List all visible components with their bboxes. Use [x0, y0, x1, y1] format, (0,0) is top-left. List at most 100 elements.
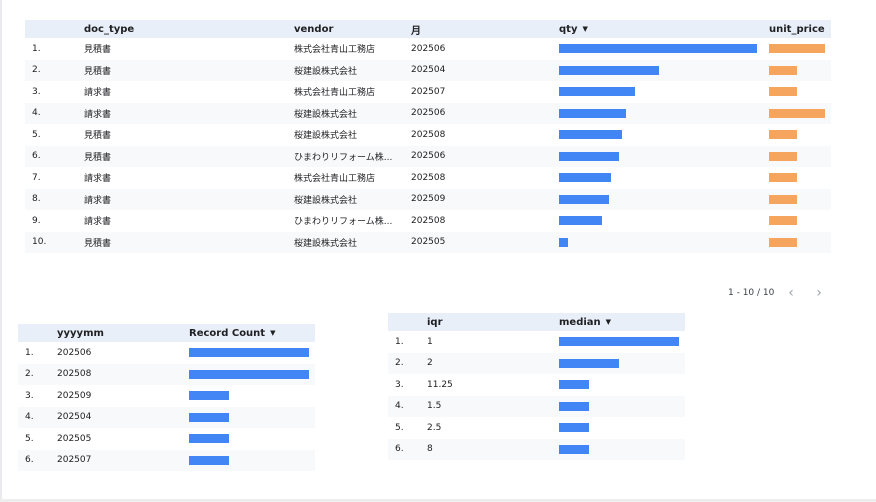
- unit-price-bar: [769, 65, 797, 75]
- row-number: 7.: [32, 172, 41, 183]
- unit-price-bar-cell: [769, 81, 831, 103]
- table-row[interactable]: 7. 請求書 株式会社青山工務店 202508: [25, 167, 831, 189]
- row-number: 4.: [18, 406, 57, 428]
- table-row[interactable]: 5. 202505: [18, 428, 315, 450]
- table-row[interactable]: 8. 請求書 桜建設株式会社 202509: [25, 188, 831, 210]
- yyyymm-cell: 202506: [57, 347, 92, 358]
- unit-price-bar: [769, 173, 797, 183]
- iqr-cell: 1: [427, 336, 433, 347]
- median-bar: [559, 401, 589, 411]
- row-number: 1.: [32, 43, 41, 54]
- row-number: 8.: [25, 188, 84, 210]
- table-row[interactable]: 2. 202508: [18, 363, 315, 385]
- row-number-header: [388, 313, 427, 331]
- vendor-cell: 株式会社青山工務店: [294, 174, 376, 185]
- row-number: 10.: [25, 231, 84, 253]
- row-number: 4.: [25, 102, 84, 124]
- vendor-header[interactable]: vendor: [294, 20, 411, 38]
- record-count-header[interactable]: Record Count ▼: [189, 324, 315, 342]
- table-row[interactable]: 6. 8: [388, 438, 685, 460]
- iqr-cell: 1.5: [427, 395, 559, 417]
- table-row[interactable]: 2. 見積書 桜建設株式会社 202504: [25, 59, 831, 81]
- table-row[interactable]: 6. 見積書 ひまわりリフォーム株... 202506: [25, 145, 831, 167]
- chevron-left-icon[interactable]: ‹: [784, 286, 798, 300]
- row-number: 9.: [32, 215, 41, 226]
- median-bar: [559, 380, 589, 390]
- median-header[interactable]: median ▼: [559, 313, 685, 331]
- table-row[interactable]: 4. 請求書 桜建設株式会社 202506: [25, 102, 831, 124]
- qty-bar: [559, 44, 757, 54]
- unit-price-bar-cell: [769, 188, 831, 210]
- unit-price-bar-cell: [769, 231, 831, 253]
- table-row[interactable]: 4. 1.5: [388, 395, 685, 417]
- table-row[interactable]: 3. 202509: [18, 385, 315, 407]
- vendor-header-label: vendor: [294, 23, 334, 35]
- unit-price-bar-cell: [769, 167, 831, 189]
- doc-type-cell: 見積書: [84, 59, 294, 81]
- qty-bar: [559, 237, 568, 247]
- sort-desc-icon[interactable]: ▼: [582, 25, 587, 33]
- unit-price-bar: [769, 151, 797, 161]
- unit-price-bar-cell: [769, 102, 831, 124]
- iqr-cell: 11.25: [427, 379, 453, 390]
- record-count-table-body: 1. 202506 2. 202508 3. 202509 4. 202504 5. 202505…: [18, 342, 315, 471]
- iqr-header[interactable]: iqr: [427, 313, 559, 331]
- row-number: 5.: [25, 433, 34, 444]
- median-header-label: median: [559, 316, 601, 328]
- sort-desc-icon[interactable]: ▼: [606, 318, 611, 326]
- row-number: 2.: [18, 363, 57, 385]
- row-number: 6.: [25, 145, 84, 167]
- table-row[interactable]: 5. 2.5: [388, 417, 685, 439]
- row-number: 1.: [395, 336, 404, 347]
- iqr-median-table-header: iqr median ▼: [388, 313, 685, 331]
- vendor-cell: 桜建設株式会社: [294, 188, 411, 210]
- iqr-header-label: iqr: [427, 316, 443, 328]
- qty-bar-cell: [559, 145, 769, 167]
- unit-price-bar: [769, 44, 825, 54]
- table-row[interactable]: 1. 1: [388, 331, 685, 353]
- table-row[interactable]: 1. 202506: [18, 342, 315, 364]
- table-row[interactable]: 3. 請求書 株式会社青山工務店 202507: [25, 81, 831, 103]
- month-header[interactable]: 月: [411, 20, 559, 38]
- qty-bar-cell: [559, 188, 769, 210]
- row-number-header: [25, 20, 84, 38]
- median-bar-cell: [559, 395, 685, 417]
- qty-bar: [559, 65, 659, 75]
- pagination-label: 1 - 10 / 10: [728, 288, 775, 298]
- vendor-cell: 桜建設株式会社: [294, 102, 411, 124]
- table-row[interactable]: 10. 見積書 桜建設株式会社 202505: [25, 231, 831, 253]
- qty-bar-cell: [559, 210, 769, 232]
- month-cell: 202508: [411, 215, 446, 226]
- month-cell: 202508: [411, 129, 446, 140]
- table-row[interactable]: 1. 見積書 株式会社青山工務店 202506: [25, 38, 831, 60]
- yyyymm-cell: 202504: [57, 406, 189, 428]
- median-bar-cell: [559, 438, 685, 460]
- vendor-cell: ひまわりリフォーム株...: [294, 145, 411, 167]
- qty-bar-cell: [559, 81, 769, 103]
- doc-type-cell: 見積書: [84, 131, 112, 142]
- qty-header[interactable]: qty ▼: [559, 20, 769, 38]
- table-row[interactable]: 3. 11.25: [388, 374, 685, 396]
- unit-price-bar-cell: [769, 145, 831, 167]
- record-count-bar: [189, 348, 309, 358]
- median-bar: [559, 444, 589, 454]
- row-number: 2.: [25, 59, 84, 81]
- table-row[interactable]: 4. 202504: [18, 406, 315, 428]
- document-table-body: 1. 見積書 株式会社青山工務店 202506 2. 見積書 桜建設株式会社 202504 3.…: [25, 38, 831, 253]
- iqr-cell: 8: [427, 438, 559, 460]
- sort-desc-icon[interactable]: ▼: [270, 329, 275, 337]
- qty-bar-cell: [559, 102, 769, 124]
- unit-price-bar: [769, 237, 797, 247]
- chevron-right-icon[interactable]: ›: [812, 286, 826, 300]
- doc-type-header[interactable]: doc_type: [84, 20, 294, 38]
- unit-price-bar: [769, 130, 797, 140]
- table-row[interactable]: 6. 202507: [18, 449, 315, 471]
- table-row[interactable]: 2. 2: [388, 352, 685, 374]
- unit-price-header[interactable]: unit_price: [769, 20, 831, 38]
- month-cell: 202508: [411, 172, 446, 183]
- record-count-bar-cell: [189, 385, 315, 407]
- table-row[interactable]: 9. 請求書 ひまわりリフォーム株... 202508: [25, 210, 831, 232]
- table-row[interactable]: 5. 見積書 桜建設株式会社 202508: [25, 124, 831, 146]
- yyyymm-header[interactable]: yyyymm: [57, 324, 189, 342]
- record-count-bar: [189, 369, 309, 379]
